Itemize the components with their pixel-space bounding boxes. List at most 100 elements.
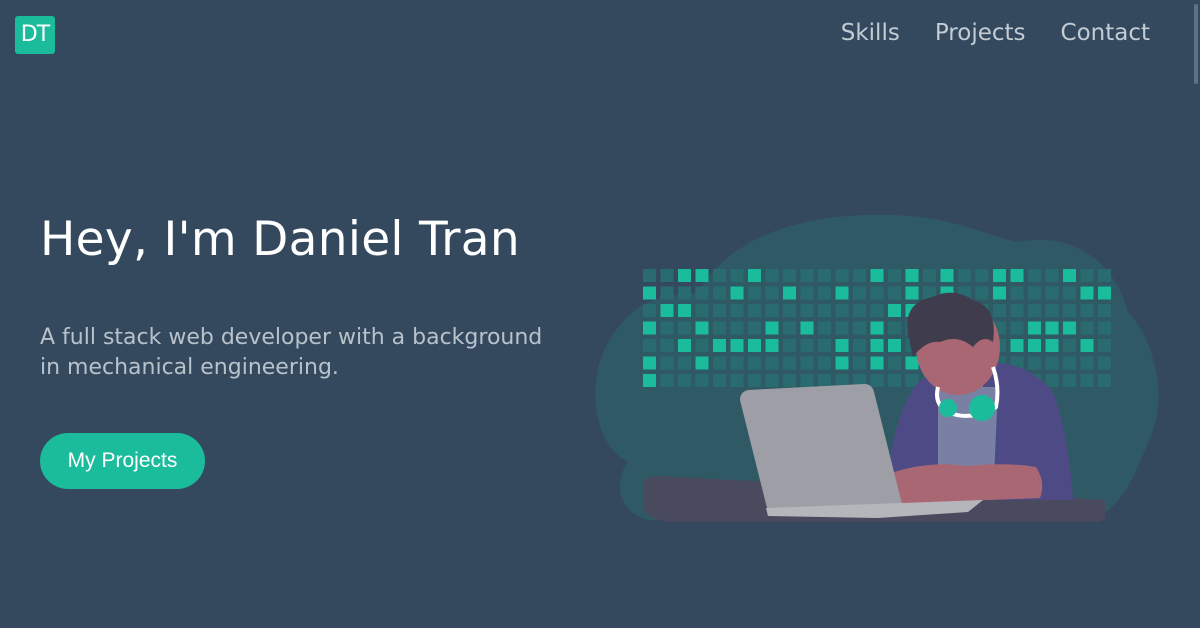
grid-cell (853, 339, 866, 352)
grid-cell (870, 374, 884, 387)
grid-cell (835, 356, 849, 370)
grid-cell (800, 374, 814, 387)
grid-cell (643, 304, 656, 317)
grid-cell (1063, 339, 1076, 352)
grid-cell (1045, 269, 1059, 282)
grid-cell (678, 269, 691, 282)
grid-cell (748, 304, 761, 317)
grid-cell (678, 339, 691, 352)
grid-cell (993, 269, 1006, 282)
grid-cell (660, 286, 674, 300)
grid-cell (730, 339, 744, 352)
grid-cell (1098, 321, 1111, 335)
grid-cell (643, 321, 656, 335)
main-nav: Skills Projects Contact (841, 20, 1150, 46)
grid-cell (1010, 269, 1024, 282)
grid-cell (713, 269, 726, 282)
person-arm (888, 464, 1043, 504)
grid-cell (643, 286, 656, 300)
grid-cell (748, 356, 761, 370)
hero-title: Hey, I'm Daniel Tran (40, 212, 520, 267)
grid-cell (818, 286, 831, 300)
grid-cell (1045, 374, 1059, 387)
grid-cell (660, 321, 674, 335)
grid-cell (730, 374, 744, 387)
grid-cell (765, 304, 779, 317)
grid-cell (1010, 339, 1024, 352)
grid-cell (853, 269, 866, 282)
grid-cell (765, 374, 779, 387)
grid-cell (1080, 321, 1094, 335)
grid-cell (1098, 356, 1111, 370)
grid-cell (1063, 321, 1076, 335)
grid-cell (1045, 356, 1059, 370)
grid-cell (1028, 321, 1041, 335)
grid-cell (1045, 321, 1059, 335)
grid-cell (730, 321, 744, 335)
grid-cell (800, 321, 814, 335)
grid-cell (713, 286, 726, 300)
grid-cell (853, 286, 866, 300)
grid-cell (748, 321, 761, 335)
grid-cell (713, 321, 726, 335)
grid-cell (835, 339, 849, 352)
grid-cell (818, 356, 831, 370)
grid-cell (923, 269, 936, 282)
grid-cell (1098, 339, 1111, 352)
grid-cell (888, 269, 901, 282)
grid-cell (888, 356, 901, 370)
grid-cell (765, 321, 779, 335)
grid-cell (870, 321, 884, 335)
grid-cell (905, 286, 919, 300)
grid-cell (1098, 269, 1111, 282)
grid-cell (888, 304, 901, 317)
grid-cell (765, 269, 779, 282)
grid-cell (888, 321, 901, 335)
grid-cell (1045, 304, 1059, 317)
grid-cell (818, 304, 831, 317)
my-projects-button[interactable]: My Projects (40, 433, 205, 489)
grid-cell (660, 339, 674, 352)
grid-cell (800, 286, 814, 300)
grid-cell (765, 286, 779, 300)
grid-cell (1080, 269, 1094, 282)
grid-cell (1045, 286, 1059, 300)
grid-cell (888, 286, 901, 300)
grid-cell (1080, 286, 1094, 300)
scrollbar-thumb[interactable] (1194, 4, 1198, 84)
grid-cell (660, 356, 674, 370)
developer-illustration (595, 214, 1159, 522)
grid-cell (713, 374, 726, 387)
grid-cell (870, 304, 884, 317)
grid-cell (695, 356, 709, 370)
grid-cell (748, 269, 761, 282)
grid-cell (1080, 304, 1094, 317)
scrollbar[interactable] (1192, 0, 1200, 628)
grid-cell (695, 339, 709, 352)
grid-cell (783, 286, 796, 300)
headphones-right (969, 395, 995, 421)
grid-cell (783, 339, 796, 352)
nav-link-projects[interactable]: Projects (935, 20, 1026, 46)
nav-link-contact[interactable]: Contact (1061, 20, 1150, 46)
grid-cell (1098, 374, 1111, 387)
grid-cell (1098, 286, 1111, 300)
grid-cell (1028, 339, 1041, 352)
grid-cell (730, 304, 744, 317)
grid-cell (695, 269, 709, 282)
grid-cell (1010, 304, 1024, 317)
grid-cell (1045, 339, 1059, 352)
grid-cell (660, 304, 674, 317)
grid-cell (643, 339, 656, 352)
grid-cell (800, 304, 814, 317)
grid-cell (748, 339, 761, 352)
logo[interactable]: DT (15, 16, 55, 54)
grid-cell (783, 321, 796, 335)
grid-cell (783, 269, 796, 282)
grid-cell (783, 374, 796, 387)
grid-cell (1080, 356, 1094, 370)
grid-cell (713, 339, 726, 352)
grid-cell (643, 356, 656, 370)
nav-link-skills[interactable]: Skills (841, 20, 900, 46)
grid-cell (643, 374, 656, 387)
